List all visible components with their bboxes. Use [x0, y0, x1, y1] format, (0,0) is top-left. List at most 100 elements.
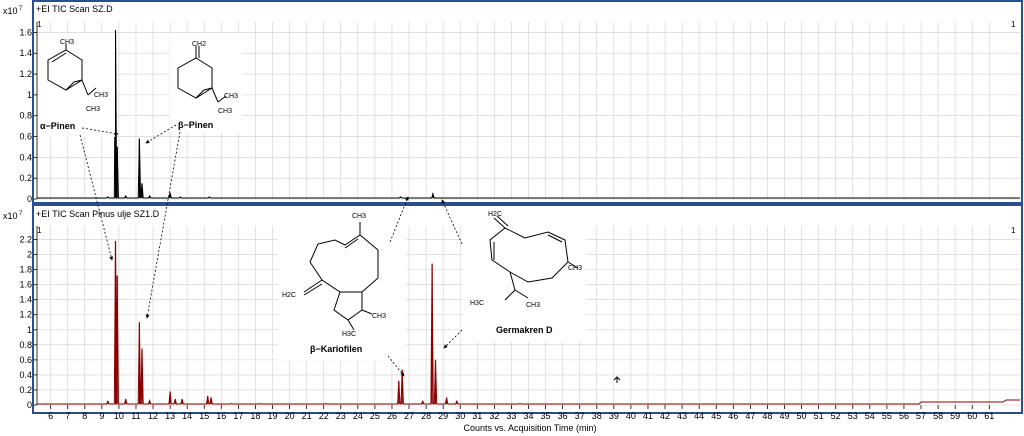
x-tick-label-10: 10 [114, 411, 124, 421]
panel-2-ytick-label-2: 0.4 [19, 370, 32, 380]
x-tick-label-45: 45 [711, 411, 721, 421]
beta-pinene-structure [170, 33, 242, 133]
x-tick-label-58: 58 [933, 411, 943, 421]
x-tick-label-61: 61 [984, 411, 994, 421]
x-tick-label-20: 20 [285, 411, 295, 421]
x-tick-label-46: 46 [728, 411, 738, 421]
x-tick-label-36: 36 [558, 411, 568, 421]
panel-2-ytick-label-3: 0.6 [19, 355, 32, 365]
panel-2-ytick-label-7: 1.4 [19, 295, 32, 305]
x-tick-label-27: 27 [404, 411, 414, 421]
x-tick-label-39: 39 [609, 411, 619, 421]
x-tick-label-11: 11 [131, 411, 140, 421]
x-tick-label-56: 56 [899, 411, 909, 421]
beta-pinene-ch3-a: CH3 [224, 93, 238, 100]
panel-2-ytick-label-6: 1.2 [19, 310, 32, 320]
panel-2-number-right: 1 [1011, 226, 1016, 235]
x-tick-label-43: 43 [677, 411, 687, 421]
beta-pinene-ch3-b: CH3 [218, 108, 232, 115]
x-tick-label-51: 51 [814, 411, 824, 421]
panel-1-ytick-label-1: 0.2 [19, 173, 32, 183]
caryophyllene-h3c: H3C [342, 331, 356, 338]
x-tick-label-13: 13 [165, 411, 175, 421]
panel-1-ytick-label-0: 0 [27, 194, 32, 204]
x-tick-label-22: 22 [319, 411, 329, 421]
panel-2-ytick-label-5: 1 [27, 325, 32, 335]
panel-2-ytick-label-9: 1.8 [19, 265, 32, 275]
x-tick-label-57: 57 [916, 411, 926, 421]
caryophyllene-ch3-b: CH3 [372, 313, 386, 320]
caryophyllene-label: β−Kariofilen [310, 344, 362, 354]
panel-2-title: +EI TIC Scan Pinus ulje SZ1.D [36, 209, 160, 219]
panel-1-number-right: 1 [1011, 20, 1016, 29]
panel-1-y-multiplier: x10 [3, 6, 18, 16]
x-tick-label-29: 29 [438, 411, 448, 421]
panel-2-y-exponent: 7 [19, 211, 23, 217]
panel-2-ytick-label-4: 0.8 [19, 340, 32, 350]
x-tick-label-35: 35 [541, 411, 551, 421]
panel-2-ytick-label-1: 0.2 [19, 385, 32, 395]
x-tick-label-50: 50 [797, 411, 807, 421]
panel-1-ytick-label-3: 0.6 [19, 132, 32, 142]
panel-2-ytick-label-11: 2.2 [19, 235, 32, 245]
panel-2-ytick-label-0: 0 [27, 400, 32, 410]
chromatogram-chart: 0 0.2 0.4 0.6 0.8 1 1.2 1.4 1.6 0 0.2 0.4 0.6 0.8 1 1.… [3, 0, 1023, 433]
x-tick-label-23: 23 [336, 411, 346, 421]
x-tick-label-32: 32 [489, 411, 499, 421]
panel-2-number-left: 1 [37, 226, 42, 235]
beta-pinene-label: β−Pinen [178, 120, 213, 130]
panel-1-ytick-label-6: 1.2 [19, 69, 32, 79]
caryophyllene-h2c: H2C [282, 292, 296, 299]
germacrene-h3c: H3C [470, 300, 484, 307]
x-tick-label-44: 44 [694, 411, 704, 421]
panel-2-ytick-label-10: 2 [27, 250, 32, 260]
x-tick-label-12: 12 [148, 411, 158, 421]
panel-1-ytick-label-5: 1 [27, 90, 32, 100]
x-tick-label-52: 52 [831, 411, 841, 421]
x-tick-label-18: 18 [250, 411, 260, 421]
panel-1-ytick-label-2: 0.4 [19, 152, 32, 162]
beta-pinene-ch2: CH2 [192, 41, 206, 48]
x-tick-label-8: 8 [82, 411, 87, 421]
alpha-pinene-ch3-a: CH3 [94, 92, 108, 99]
x-tick-label-55: 55 [882, 411, 892, 421]
x-tick-label-53: 53 [848, 411, 858, 421]
x-tick-label-34: 34 [523, 411, 533, 421]
x-tick-label-15: 15 [199, 411, 209, 421]
x-tick-label-17: 17 [233, 411, 243, 421]
x-tick-label-14: 14 [182, 411, 192, 421]
x-tick-label-7: 7 [65, 411, 70, 421]
caryophyllene-ch3: CH3 [352, 213, 366, 220]
alpha-pinene-ch3-top: CH3 [60, 39, 74, 46]
x-tick-label-30: 30 [455, 411, 465, 421]
alpha-pinene-label: α−Pinen [40, 121, 75, 131]
panel-1-ytick-label-7: 1.4 [19, 48, 32, 58]
germacrene-h2c: H2C [488, 211, 502, 218]
panel-1-ytick-label-4: 0.8 [19, 111, 32, 121]
alpha-pinene-ch3-b: CH3 [86, 106, 100, 113]
x-tick-label-25: 25 [370, 411, 380, 421]
x-tick-label-19: 19 [268, 411, 278, 421]
panel-1-ytick-label-8: 1.6 [19, 27, 32, 37]
x-tick-label-59: 59 [950, 411, 960, 421]
x-tick-label-24: 24 [353, 411, 363, 421]
x-tick-label-16: 16 [216, 411, 226, 421]
panel-1-y-exponent: 7 [19, 6, 23, 12]
germacrene-ch3-b: CH3 [526, 302, 540, 309]
x-tick-label-31: 31 [472, 411, 482, 421]
x-tick-label-37: 37 [575, 411, 585, 421]
x-tick-label-54: 54 [865, 411, 875, 421]
x-tick-label-40: 40 [626, 411, 636, 421]
x-tick-label-21: 21 [302, 411, 312, 421]
x-tick-label-38: 38 [592, 411, 602, 421]
x-tick-label-49: 49 [779, 411, 789, 421]
x-tick-label-47: 47 [745, 411, 755, 421]
x-tick-label-41: 41 [643, 411, 653, 421]
chromatogram-window: 0 0.2 0.4 0.6 0.8 1 1.2 1.4 1.6 0 0.2 0.4 0.6 0.8 1 1.… [0, 0, 1024, 436]
germacrene-ch3: CH3 [568, 265, 582, 272]
panel-2-ytick-label-8: 1.6 [19, 280, 32, 290]
x-tick-label-28: 28 [421, 411, 431, 421]
panel-1-title: +EI TIC Scan SZ.D [36, 4, 113, 14]
x-tick-label-60: 60 [967, 411, 977, 421]
x-tick-label-26: 26 [387, 411, 397, 421]
